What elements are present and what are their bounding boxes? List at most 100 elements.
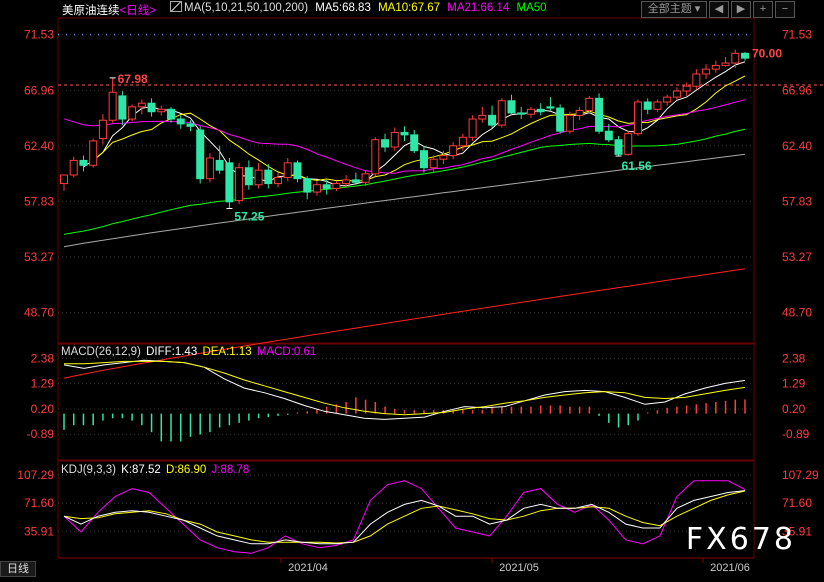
theme-select-label: 全部主题 (647, 3, 692, 15)
candle-body (458, 136, 467, 147)
x-tick-label: 2021/04 (288, 562, 328, 574)
price-tick-right: 48.70 (782, 306, 812, 320)
candle-body (186, 123, 195, 127)
macd-tick-left: -0.89 (27, 427, 55, 441)
chart-svg: 71.53 71.53 66.96 66.96 62.40 62.40 57.83 57.83… (17, 17, 824, 574)
candle-body (468, 118, 477, 138)
kdj-title: KDJ(9,3,3) (61, 464, 116, 476)
kdj-tick-right: 107.29 (782, 468, 819, 482)
prev-button[interactable]: ◀ (709, 1, 729, 18)
candle-body (390, 131, 399, 148)
candle-body (128, 106, 137, 120)
candle-body (682, 85, 691, 92)
candle-body (672, 90, 681, 98)
candle-body (653, 101, 662, 110)
price-tick-right: 66.96 (782, 83, 812, 97)
candle-body (614, 139, 623, 155)
macd-value: MACD:0.61 (256, 346, 317, 358)
ma50-line (63, 128, 746, 235)
ma50-value: MA50 (516, 2, 547, 14)
chevron-left-icon: ◀ (714, 3, 724, 15)
candle-body (176, 118, 185, 125)
zoom-in-button[interactable]: + (753, 1, 773, 18)
candle-body (439, 155, 448, 160)
price-tick-left: 57.83 (24, 194, 54, 208)
macd-dea: DEA:1.13 (202, 346, 252, 358)
candle-body (381, 139, 390, 148)
last-price-label: 70.00 (752, 46, 782, 60)
candle-body (157, 108, 166, 113)
chevron-down-icon: ▾ (691, 3, 701, 15)
macd-tick-right: 0.20 (782, 402, 806, 416)
kdj-tick-left: 71.60 (24, 496, 54, 510)
chart-stage: 71.53 71.53 66.96 66.96 62.40 62.40 57.83 57.83… (0, 0, 824, 577)
candle-body (526, 108, 535, 115)
price-tick-right: 53.27 (782, 250, 812, 264)
kdj-tick-left: 35.91 (24, 524, 54, 538)
candle-body (167, 108, 176, 120)
candle-body (478, 114, 487, 120)
candle-body (322, 184, 331, 189)
candle-body (410, 134, 419, 152)
symbol-title: 美原油连续<日线> (62, 2, 156, 18)
x-tick-label: 2021/06 (710, 562, 750, 574)
candle-body (69, 159, 78, 176)
ma10-value: MA10:67.67 (378, 2, 441, 14)
minus-icon: − (781, 3, 789, 15)
next-button[interactable]: ▶ (731, 1, 751, 18)
period-label[interactable]: <日线> (120, 5, 156, 17)
candle-body (517, 112, 526, 115)
candle-body (663, 96, 672, 103)
period-tab[interactable]: 日线 (0, 561, 36, 577)
macd-tick-left: 2.38 (31, 351, 55, 365)
plus-icon: + (759, 3, 767, 15)
kdj-tick-right: 71.60 (782, 496, 812, 510)
low-label-1: 57.25 (234, 209, 264, 223)
candle-body (215, 159, 224, 171)
candle-body (79, 159, 88, 166)
candle-body (488, 114, 497, 126)
candle-body (293, 162, 302, 180)
macd-tick-right: 2.38 (782, 351, 806, 365)
theme-select[interactable]: 全部主题 ▾ (641, 1, 707, 18)
candle-body (429, 158, 438, 169)
macd-title: MACD(26,12,9) (61, 346, 141, 358)
kdj-legend: KDJ(9,3,3) K:87.52 D:86.90 J:88.78 (61, 464, 249, 476)
candle-body (118, 95, 127, 120)
price-tick-left: 62.40 (24, 139, 54, 153)
candle-body (312, 184, 321, 193)
candle-body (400, 131, 409, 136)
candle-body (98, 119, 107, 140)
candle-body (497, 100, 506, 126)
macd-diff: DIFF:1.43 (146, 346, 198, 358)
kdj-d: D:86.90 (166, 464, 207, 476)
price-tick-left: 71.53 (24, 28, 54, 42)
high-label: 67.98 (118, 72, 148, 86)
ma-title: MA(5,10,21,50,100,200) (184, 2, 309, 14)
candle-body (546, 106, 555, 109)
kdj-j-line (63, 480, 746, 554)
macd-tick-right: 1.29 (782, 377, 806, 391)
macd-tick-left: 1.29 (31, 377, 55, 391)
candle-body (731, 52, 740, 64)
candle-body (711, 64, 720, 70)
candle-body (89, 140, 98, 166)
price-tick-left: 66.96 (24, 83, 54, 97)
ma5-value: MA5:68.83 (315, 2, 371, 14)
candle-body (565, 114, 574, 132)
ma-icon[interactable] (170, 1, 182, 12)
candle-body (235, 167, 244, 202)
candle-body (556, 107, 565, 132)
kdj-k: K:87.52 (121, 464, 161, 476)
candle-body (624, 133, 633, 155)
candle-body (60, 174, 68, 185)
candle-body (225, 162, 234, 203)
candle-body (205, 157, 214, 180)
macd-legend: MACD(26,12,9) DIFF:1.43 DEA:1.13 MACD:0.… (61, 346, 316, 358)
chevron-right-icon: ▶ (736, 3, 746, 15)
candle-body (741, 52, 749, 59)
candle-body (643, 101, 652, 110)
candle-body (692, 73, 701, 87)
candle-body (351, 179, 360, 183)
zoom-out-button[interactable]: − (775, 1, 795, 18)
